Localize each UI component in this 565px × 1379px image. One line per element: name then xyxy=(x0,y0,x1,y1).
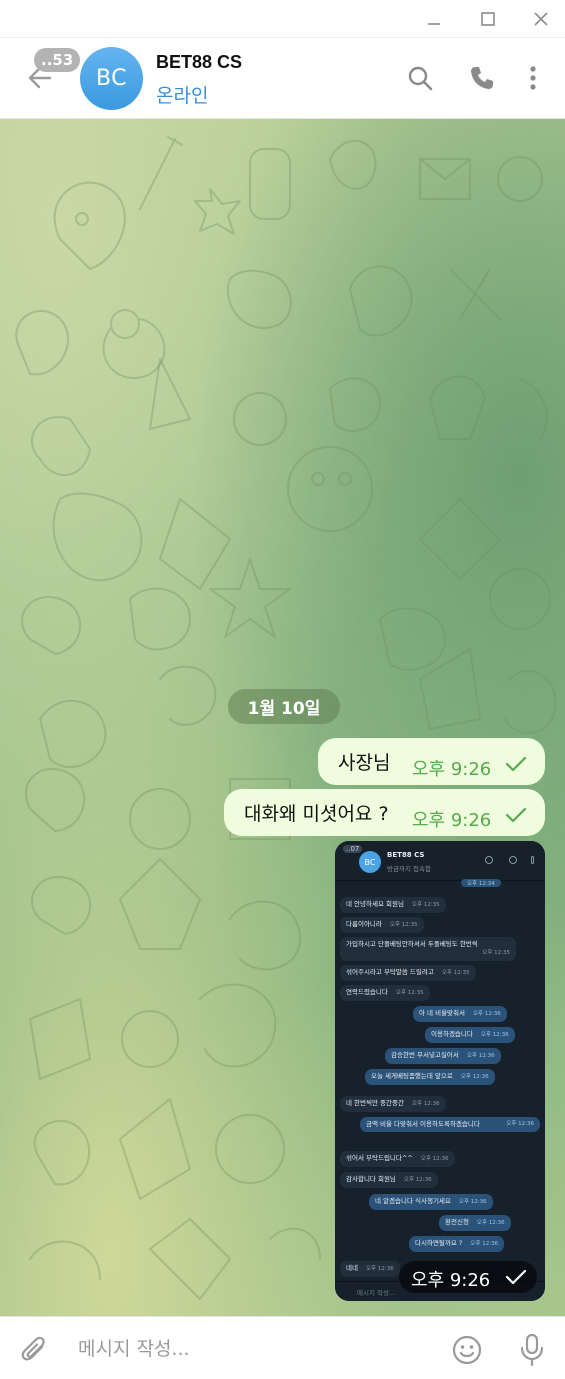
screenshot-message: 네 한번씩만 중간중간 오후 12:36 xyxy=(340,1096,446,1112)
chat-area[interactable]: 1월 10일 사장님 오후 9:26 대화왜 미셧어요 ? 오후 9:26 ..… xyxy=(0,119,565,1316)
screenshot-message: 다시하면될까요 ? 오후 12:36 xyxy=(409,1236,505,1252)
message-time: 오후 9:26 xyxy=(411,1270,491,1291)
more-vertical-icon[interactable] xyxy=(517,62,549,94)
image-message[interactable]: ..07 BC BET88 CS 방금까지 접속함 오후 12:34 네 안녕하… xyxy=(335,841,545,1301)
screenshot-more-icon xyxy=(531,856,534,864)
outgoing-message[interactable]: 사장님 오후 9:26 xyxy=(318,738,545,785)
microphone-icon[interactable] xyxy=(515,1333,549,1367)
screenshot-message: 감사합니다 회원님 오후 12:36 xyxy=(340,1172,438,1188)
screenshot-message: 연락드렸습니다 오후 12:35 xyxy=(340,985,430,1001)
check-icon xyxy=(505,807,527,823)
message-time: 오후 9:26 xyxy=(412,810,492,831)
message-text: 사장님 xyxy=(338,752,391,774)
screenshot-message: 오후 12:34 xyxy=(461,879,501,887)
unread-count-badge[interactable]: ..53 xyxy=(34,48,81,72)
phone-icon[interactable] xyxy=(466,62,498,94)
message-time: 오후 9:26 xyxy=(412,759,492,780)
screenshot-message: 섞어서 부탁드립니다^^ 오후 12:36 xyxy=(340,1151,455,1167)
screenshot-message: 네 안녕하세요 회원님 오후 12:35 xyxy=(340,897,446,913)
screenshot-header: ..07 BC BET88 CS 방금까지 접속함 xyxy=(335,841,545,881)
screenshot-message: 환전신청 오후 12:36 xyxy=(439,1215,511,1231)
screenshot-chat-title: BET88 CS xyxy=(387,851,425,859)
check-icon xyxy=(505,756,527,772)
minimize-icon[interactable] xyxy=(421,6,447,32)
screenshot-unread-badge: ..07 xyxy=(343,845,363,853)
screenshot-message: 오늘 세게베팅좀했는데 앞으로 오후 12:36 xyxy=(365,1069,495,1085)
outgoing-message[interactable]: 대화왜 미셧어요 ? 오후 9:26 xyxy=(224,789,545,836)
screenshot-message: 다름이아니라 오후 12:35 xyxy=(340,917,424,933)
screenshot-message: 가입하시고 단폴베팅안하셔서 두폴베팅도 한번씩 오후 12:35 xyxy=(340,937,516,961)
screenshot-message: 섞어주시라고 부탁말씀 드릴려고 오후 12:35 xyxy=(340,965,476,981)
chat-header: ..53 BC BET88 CS 온라인 xyxy=(0,38,565,119)
window-titlebar xyxy=(0,0,565,38)
screenshot-message: 네네 오후 12:36 xyxy=(340,1261,400,1277)
screenshot-message: 감승한번 무서넣고실어서 오후 12:36 xyxy=(385,1048,501,1064)
screenshot-avatar: BC xyxy=(359,851,381,873)
avatar[interactable]: BC xyxy=(80,47,143,110)
attach-icon[interactable] xyxy=(18,1333,52,1367)
emoji-icon[interactable] xyxy=(450,1333,484,1367)
message-text: 대화왜 미셧어요 ? xyxy=(244,803,389,825)
maximize-icon[interactable] xyxy=(475,6,501,32)
screenshot-message: 금액 비율 다맞춰서 이용하도록하겠습니다 오후 12:36 xyxy=(360,1117,540,1132)
image-time-overlay: 오후 9:26 xyxy=(399,1261,537,1293)
screenshot-message: 아 네 비율맞춰서 오후 12:36 xyxy=(413,1006,507,1022)
screenshot-message: 이용하겠습니다 오후 12:36 xyxy=(425,1027,515,1043)
close-icon[interactable] xyxy=(528,6,554,32)
screenshot-status: 방금까지 접속함 xyxy=(387,865,431,873)
screenshot-message: 네 알겠습니다 식사챙기세요 오후 12:36 xyxy=(369,1194,493,1210)
screenshot-search-icon xyxy=(485,856,493,864)
online-status: 온라인 xyxy=(156,85,209,107)
message-input-bar xyxy=(0,1316,565,1379)
chat-title[interactable]: BET88 CS xyxy=(156,52,242,73)
search-icon[interactable] xyxy=(404,62,436,94)
message-input[interactable] xyxy=(78,1335,438,1363)
date-separator: 1월 10일 xyxy=(228,689,340,724)
check-icon xyxy=(505,1269,527,1285)
screenshot-phone-icon xyxy=(509,856,517,864)
